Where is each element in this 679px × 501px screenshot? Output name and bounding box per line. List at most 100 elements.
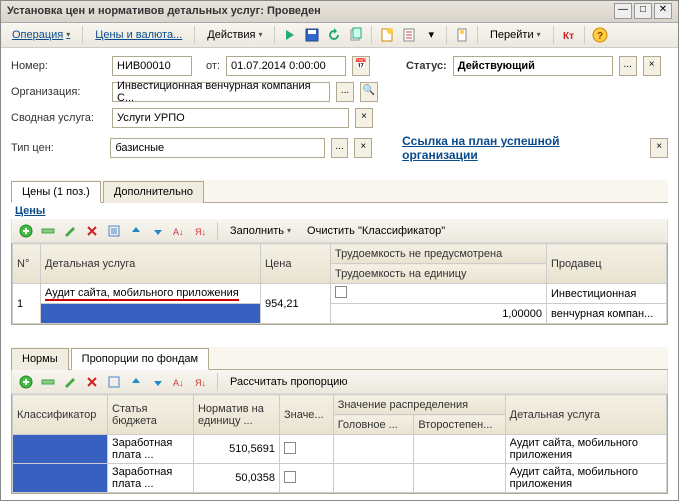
main-toolbar: Операция ▾ Цены и валюта... Действия ▾ ▾…	[1, 23, 678, 48]
service-label: Сводная услуга:	[11, 112, 106, 124]
type-field[interactable]: базисные	[110, 138, 324, 158]
config-icon[interactable]	[104, 221, 124, 241]
add-row-icon[interactable]	[16, 221, 36, 241]
top-tabs: Цены (1 поз.) Дополнительно	[11, 180, 668, 203]
plan-clear-button[interactable]: ×	[650, 138, 668, 158]
org-select-button[interactable]: ...	[336, 82, 354, 102]
save-icon[interactable]	[302, 25, 322, 45]
col-main[interactable]: Головное ...	[333, 415, 414, 435]
actions-menu[interactable]: Действия ▾	[200, 26, 269, 44]
col-seller[interactable]: Продавец	[547, 244, 667, 284]
labor-checkbox[interactable]	[335, 286, 347, 298]
type-clear-button[interactable]: ×	[354, 138, 372, 158]
copy-icon[interactable]	[346, 25, 366, 45]
move-down-icon[interactable]	[148, 221, 168, 241]
proportions-toolbar: А↓ Я↓ Рассчитать пропорцию	[11, 370, 668, 394]
clear-classifier-button[interactable]: Очистить "Классификатор"	[300, 222, 452, 240]
goto-menu[interactable]: Перейти ▾	[483, 26, 548, 44]
selected-cell[interactable]	[41, 304, 261, 324]
tab-norms[interactable]: Нормы	[11, 348, 69, 370]
col-labor-na[interactable]: Трудоемкость не предусмотрена	[331, 244, 547, 264]
operation-menu[interactable]: Операция ▾	[5, 26, 77, 44]
col-n[interactable]: N°	[13, 244, 41, 284]
svg-text:?: ?	[597, 31, 603, 42]
insert-row-icon[interactable]	[38, 372, 58, 392]
col-labor-unit[interactable]: Трудоемкость на единицу	[331, 264, 547, 284]
col-norm[interactable]: Норматив на единицу ...	[193, 395, 279, 435]
tab-additional[interactable]: Дополнительно	[103, 181, 204, 203]
sort-desc-icon[interactable]: Я↓	[192, 372, 212, 392]
value-checkbox[interactable]	[284, 471, 296, 483]
type-select-button[interactable]: ...	[331, 138, 349, 158]
org-search-button[interactable]: 🔍	[360, 82, 378, 102]
fill-menu[interactable]: Заполнить ▾	[223, 222, 298, 240]
col-service[interactable]: Детальная услуга	[41, 244, 261, 284]
table-row[interactable]: 1,00000 венчурная компан...	[13, 304, 667, 324]
number-label: Номер:	[11, 60, 106, 72]
window-title: Установка цен и нормативов детальных усл…	[7, 5, 612, 17]
table-row[interactable]: Заработная плата ... 510,5691 Аудит сайт…	[13, 435, 667, 464]
sort-asc-icon[interactable]: А↓	[170, 372, 190, 392]
table-row[interactable]: 1 Аудит сайта, мобильного приложения 954…	[13, 284, 667, 304]
service-field[interactable]: Услуги УРПО	[112, 108, 349, 128]
doc-dropdown[interactable]: ▾	[421, 25, 441, 44]
insert-row-icon[interactable]	[38, 221, 58, 241]
maximize-button[interactable]: □	[634, 3, 652, 19]
col-detail[interactable]: Детальная услуга	[505, 395, 666, 435]
sort-asc-icon[interactable]: А↓	[170, 221, 190, 241]
detail-cell[interactable]: Аудит сайта, мобильного приложения	[505, 435, 666, 464]
status-label: Статус:	[406, 60, 447, 72]
close-button[interactable]: ✕	[654, 3, 672, 19]
move-up-icon[interactable]	[126, 221, 146, 241]
svg-text:Я↓: Я↓	[195, 227, 206, 237]
sort-desc-icon[interactable]: Я↓	[192, 221, 212, 241]
help-icon[interactable]: ?	[590, 25, 610, 45]
delete-row-icon[interactable]	[82, 221, 102, 241]
status-select-button[interactable]: ...	[619, 56, 637, 76]
move-down-icon[interactable]	[148, 372, 168, 392]
detail-cell[interactable]: Аудит сайта, мобильного приложения	[505, 464, 666, 493]
service-clear-button[interactable]: ×	[355, 108, 373, 128]
prices-currency-button[interactable]: Цены и валюта...	[88, 26, 189, 44]
col-second[interactable]: Второстепен...	[414, 415, 505, 435]
col-dist[interactable]: Значение распределения	[333, 395, 505, 415]
run-icon[interactable]	[280, 25, 300, 45]
tab-prices[interactable]: Цены (1 поз.)	[11, 181, 101, 203]
number-field[interactable]: НИВ00010	[112, 56, 192, 76]
prices-toolbar: А↓ Я↓ Заполнить ▾ Очистить "Классификато…	[11, 219, 668, 243]
edit-row-icon[interactable]	[60, 372, 80, 392]
date-field[interactable]: 01.07.2014 0:00:00	[226, 56, 346, 76]
service-cell[interactable]: Аудит сайта, мобильного приложения	[41, 284, 261, 304]
value-checkbox[interactable]	[284, 442, 296, 454]
col-value[interactable]: Значе...	[279, 395, 333, 435]
calc-proportion-button[interactable]: Рассчитать пропорцию	[223, 373, 355, 391]
edit-row-icon[interactable]	[60, 221, 80, 241]
proportions-grid[interactable]: Классификатор Статья бюджета Норматив на…	[11, 394, 668, 494]
col-price[interactable]: Цена	[261, 244, 331, 284]
table-row[interactable]: Заработная плата ... 50,0358 Аудит сайта…	[13, 464, 667, 493]
status-clear-button[interactable]: ×	[643, 56, 661, 76]
doc1-icon[interactable]	[377, 25, 397, 45]
svg-text:Я↓: Я↓	[195, 378, 206, 388]
plan-link[interactable]: Ссылка на план успешной организации	[402, 134, 634, 162]
chart-icon[interactable]: Кт	[559, 25, 579, 45]
add-row-icon[interactable]	[16, 372, 36, 392]
minimize-button[interactable]: —	[614, 3, 632, 19]
config-icon[interactable]	[104, 372, 124, 392]
org-field[interactable]: Инвестиционная венчурная компания С...	[112, 82, 330, 102]
move-up-icon[interactable]	[126, 372, 146, 392]
col-budget[interactable]: Статья бюджета	[108, 395, 194, 435]
col-classifier[interactable]: Классификатор	[13, 395, 108, 435]
delete-row-icon[interactable]	[82, 372, 102, 392]
tab-proportions[interactable]: Пропорции по фондам	[71, 348, 209, 370]
date-picker-button[interactable]: 📅	[352, 56, 370, 76]
type-label: Тип цен:	[11, 142, 104, 154]
prices-panel-title: Цены	[11, 203, 668, 219]
status-field[interactable]: Действующий	[453, 56, 613, 76]
doc2-icon[interactable]	[399, 25, 419, 45]
svg-text:А↓: А↓	[173, 378, 184, 388]
bottom-tabs: Нормы Пропорции по фондам	[11, 347, 668, 370]
attach-icon[interactable]	[452, 25, 472, 45]
refresh-icon[interactable]	[324, 25, 344, 45]
prices-grid[interactable]: N° Детальная услуга Цена Трудоемкость не…	[11, 243, 668, 325]
